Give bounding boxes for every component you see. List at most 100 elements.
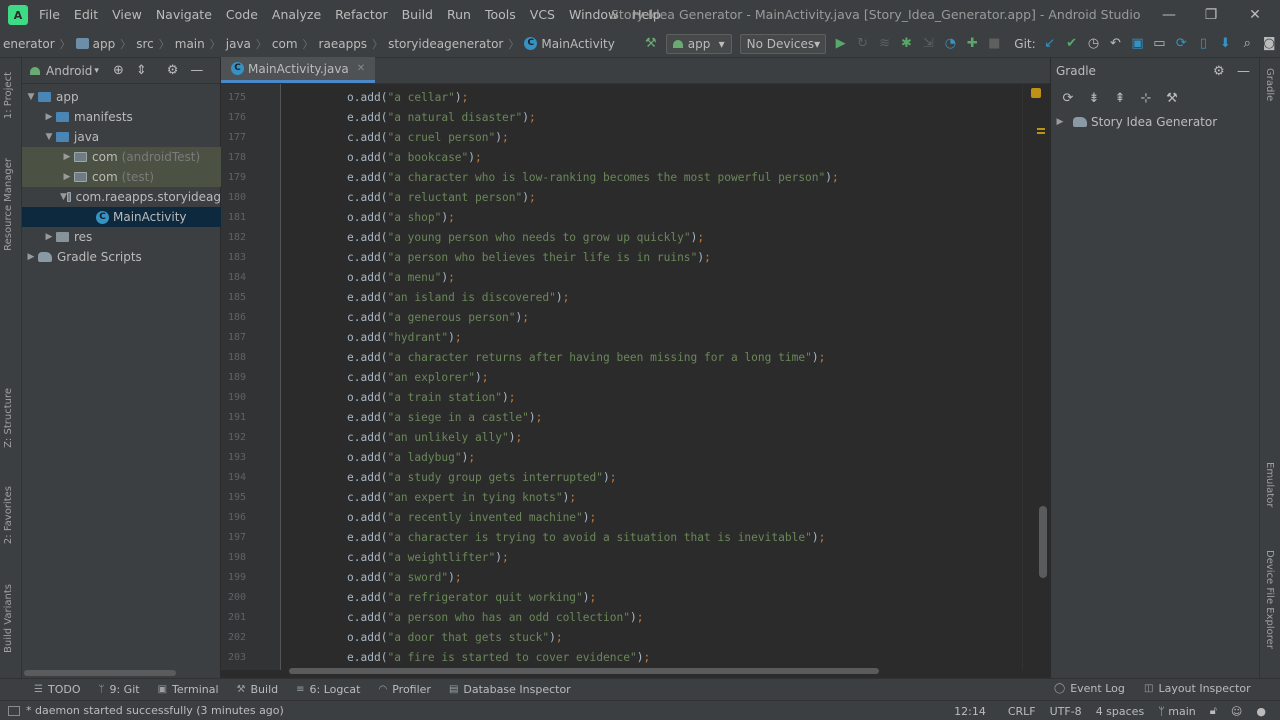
caret-position[interactable]: 12:14: [954, 705, 986, 718]
tool-tab-emulator[interactable]: Emulator: [1264, 462, 1275, 507]
locate-target-icon[interactable]: ⊕: [113, 63, 124, 78]
code-line[interactable]: e.add("a character is trying to avoid a …: [347, 528, 825, 548]
maximize-button[interactable]: ❐: [1188, 0, 1234, 30]
tool-tab-resource-manager[interactable]: Resource Manager: [3, 158, 14, 251]
sync-gradle-icon[interactable]: ⟳: [1057, 87, 1079, 109]
git-branch[interactable]: ᛘ main: [1158, 705, 1196, 718]
git-history-icon[interactable]: ◷: [1083, 33, 1105, 55]
code-line[interactable]: e.add("an island is discovered");: [347, 288, 569, 308]
code-line[interactable]: e.add("a siege in a castle");: [347, 408, 542, 428]
code-line[interactable]: e.add("a young person who needs to grow …: [347, 228, 704, 248]
code-line[interactable]: c.add("an explorer");: [347, 368, 489, 388]
warning-marker[interactable]: [1037, 132, 1045, 134]
code-text-area[interactable]: o.add("a cellar"); e.add("a natural disas…: [282, 84, 1020, 670]
project-structure-icon[interactable]: ▣: [1126, 33, 1148, 55]
tree-item-mainactivity[interactable]: C MainActivity: [22, 207, 221, 227]
code-line[interactable]: o.add("hydrant");: [347, 328, 462, 348]
tool-tab-structure[interactable]: Z: Structure: [3, 388, 14, 448]
tool-database-inspector[interactable]: ▤ Database Inspector: [449, 683, 571, 696]
chevron-down-icon[interactable]: ▾: [94, 66, 99, 76]
git-commit-icon[interactable]: ✔: [1061, 33, 1083, 55]
notifications-icon[interactable]: ●: [1256, 705, 1266, 718]
search-icon[interactable]: ⌕: [1236, 33, 1258, 55]
menu-navigate[interactable]: Navigate: [149, 0, 219, 30]
tool-terminal[interactable]: ▣ Terminal: [158, 683, 219, 696]
breadcrumb-com[interactable]: com: [269, 37, 301, 51]
code-line[interactable]: c.add("a person who believes their life …: [347, 248, 711, 268]
code-line[interactable]: o.add("a ladybug");: [347, 448, 475, 468]
horizontal-scrollbar[interactable]: [24, 670, 176, 676]
collapse-all-icon[interactable]: ⇕: [136, 63, 147, 78]
project-view-selector[interactable]: Android: [46, 64, 92, 78]
code-line[interactable]: o.add("a train station");: [347, 388, 515, 408]
status-message[interactable]: * daemon started successfully (3 minutes…: [26, 704, 284, 717]
tree-item-com-androidtest[interactable]: ▶ com (androidTest): [22, 147, 221, 167]
apply-code-changes-icon[interactable]: ≋: [874, 33, 896, 55]
tool-layout-inspector[interactable]: ◫ Layout Inspector: [1144, 682, 1251, 695]
code-line[interactable]: c.add("a cruel person");: [347, 128, 509, 148]
code-line[interactable]: c.add("a generous person");: [347, 308, 529, 328]
make-project-hammer-icon[interactable]: ⚒: [640, 33, 662, 55]
code-line[interactable]: e.add("a refrigerator quit working");: [347, 588, 596, 608]
git-update-icon[interactable]: ↙: [1039, 33, 1061, 55]
coverage-icon[interactable]: ✚: [961, 33, 983, 55]
expand-all-icon[interactable]: ⇟: [1083, 87, 1105, 109]
hide-panel-icon[interactable]: —: [1237, 64, 1250, 79]
tab-mainactivity[interactable]: C MainActivity.java ✕: [221, 57, 376, 83]
tool-tab-gradle[interactable]: Gradle: [1264, 68, 1275, 101]
code-line[interactable]: c.add("an unlikely ally");: [347, 428, 522, 448]
hector-icon[interactable]: ☺: [1231, 705, 1242, 718]
indent-setting[interactable]: 4 spaces: [1096, 705, 1145, 718]
avd-manager-icon[interactable]: ▭: [1148, 33, 1170, 55]
code-line[interactable]: e.add("a study group gets interrupted");: [347, 468, 617, 488]
tool-todo[interactable]: ☰ TODO: [34, 683, 80, 696]
apply-changes-icon[interactable]: ↻: [852, 33, 874, 55]
gradle-tree-item[interactable]: ▶ Story Idea Generator: [1051, 112, 1259, 132]
horizontal-scrollbar[interactable]: [289, 668, 879, 674]
code-line[interactable]: o.add("a shop");: [347, 208, 455, 228]
sync-gradle-icon[interactable]: ⟳: [1170, 33, 1192, 55]
tool-event-log[interactable]: ◯ Event Log: [1054, 682, 1125, 695]
close-icon[interactable]: ✕: [357, 63, 365, 74]
tool-tab-favorites[interactable]: 2: Favorites: [3, 486, 14, 544]
menu-edit[interactable]: Edit: [67, 0, 105, 30]
gear-icon[interactable]: ⚙: [167, 63, 179, 78]
tree-item-app[interactable]: ▼ app: [22, 87, 221, 107]
breadcrumb-main[interactable]: main: [172, 37, 208, 51]
menu-file[interactable]: File: [32, 0, 67, 30]
device-select[interactable]: No Devices ▾: [739, 33, 826, 54]
code-line[interactable]: c.add("an expert in tying knots");: [347, 488, 576, 508]
tool-profiler[interactable]: ◠ Profiler: [378, 683, 430, 696]
tree-item-res[interactable]: ▶ res: [22, 227, 221, 247]
rollback-icon[interactable]: ↶: [1105, 33, 1127, 55]
warning-indicator-icon[interactable]: [1031, 88, 1041, 98]
code-line[interactable]: o.add("a bookcase");: [347, 148, 482, 168]
code-line[interactable]: c.add("a reluctant person");: [347, 188, 536, 208]
breadcrumb-app[interactable]: app: [73, 37, 119, 51]
menu-analyze[interactable]: Analyze: [265, 0, 328, 30]
collapse-all-icon[interactable]: ⇞: [1109, 87, 1131, 109]
warning-marker[interactable]: [1037, 128, 1045, 130]
lock-icon[interactable]: 🔓︎: [1210, 704, 1217, 718]
code-line[interactable]: c.add("a person who has an odd collectio…: [347, 608, 643, 628]
tool-tab-project[interactable]: 1: Project: [3, 72, 14, 119]
tree-item-java[interactable]: ▼ java: [22, 127, 221, 147]
user-icon[interactable]: ◙: [1258, 33, 1280, 55]
tree-item-com-test[interactable]: ▶ com (test): [22, 167, 221, 187]
code-line[interactable]: o.add("a recently invented machine");: [347, 508, 596, 528]
code-line[interactable]: e.add("a fire is started to cover eviden…: [347, 648, 650, 668]
tool-git[interactable]: ᛘ 9: Git: [98, 683, 139, 696]
code-line[interactable]: e.add("a character returns after having …: [347, 348, 825, 368]
code-line[interactable]: o.add("a menu");: [347, 268, 455, 288]
tool-tab-build-variants[interactable]: Build Variants: [3, 584, 14, 653]
breadcrumb-src[interactable]: src: [133, 37, 157, 51]
tool-logcat[interactable]: ≡ 6: Logcat: [296, 683, 360, 696]
line-separator[interactable]: CRLF: [1008, 705, 1036, 718]
close-button[interactable]: ✕: [1232, 0, 1278, 30]
code-line[interactable]: c.add("a weightlifter");: [347, 548, 509, 568]
menu-view[interactable]: View: [105, 0, 149, 30]
breadcrumb-raeapps[interactable]: raeapps: [316, 37, 371, 51]
tree-item-manifests[interactable]: ▶ manifests: [22, 107, 221, 127]
debug-icon[interactable]: ✱: [896, 33, 918, 55]
code-line[interactable]: e.add("a character who is low-ranking be…: [347, 168, 839, 188]
